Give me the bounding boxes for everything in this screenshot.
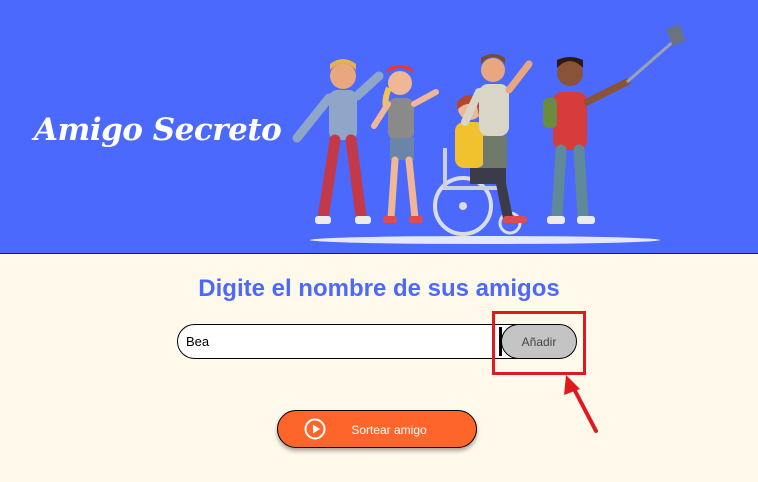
red-arrow-icon bbox=[564, 375, 598, 433]
draw-friend-button[interactable]: Sortear amigo bbox=[277, 410, 477, 448]
main-section: Digite el nombre de sus amigos Añadir So… bbox=[0, 255, 758, 482]
group-of-friends-illustration bbox=[292, 24, 686, 244]
friend-name-input[interactable] bbox=[177, 324, 517, 359]
section-subtitle: Digite el nombre de sus amigos bbox=[198, 275, 560, 302]
header-banner: Amigo Secreto bbox=[0, 0, 758, 254]
draw-button-label: Sortear amigo bbox=[351, 423, 427, 437]
app-title: Amigo Secreto bbox=[34, 112, 282, 148]
highlight-annotation-box bbox=[492, 311, 586, 375]
